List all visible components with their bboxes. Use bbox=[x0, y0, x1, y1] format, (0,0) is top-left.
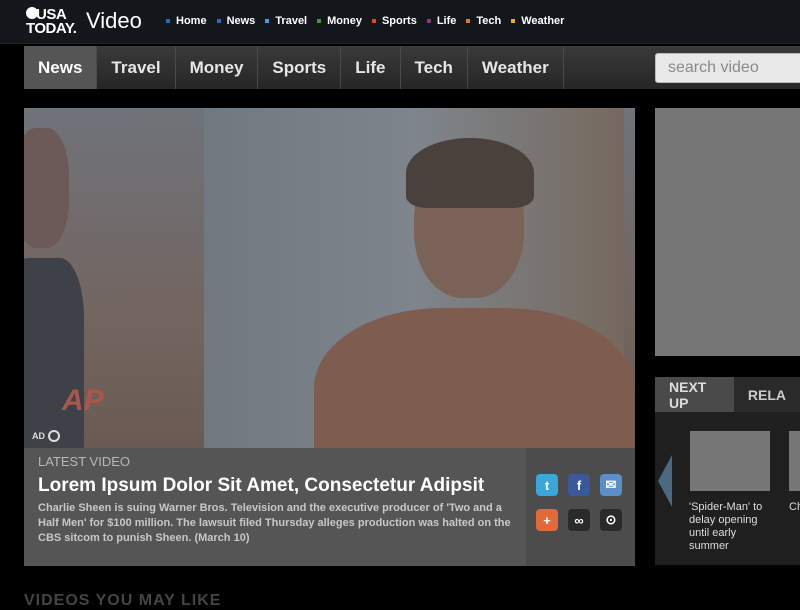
tab-next-up[interactable]: NEXT UP bbox=[655, 377, 734, 412]
link-icon[interactable]: ∞ bbox=[568, 509, 590, 531]
top-nav-label: Home bbox=[176, 15, 207, 27]
nav-bullet-icon bbox=[216, 19, 221, 23]
tab-rela[interactable]: RELA bbox=[734, 377, 800, 412]
logo-text-line2: TODAY. bbox=[26, 20, 77, 37]
top-nav-label: News bbox=[226, 15, 256, 27]
tab-sports[interactable]: Sports bbox=[258, 46, 342, 89]
video-person-body bbox=[314, 308, 634, 448]
top-nav-item-money[interactable]: Money bbox=[317, 15, 362, 27]
video-thumbnail[interactable] bbox=[789, 431, 800, 491]
ad-badge-text: AD bbox=[32, 431, 45, 441]
tab-life[interactable]: Life bbox=[341, 46, 401, 89]
up-next-tabs: NEXT UP RELA bbox=[655, 377, 800, 412]
nav-bullet-icon bbox=[166, 19, 170, 23]
tab-money[interactable]: Money bbox=[176, 46, 259, 89]
video-left-head bbox=[24, 128, 69, 248]
nav-bullet-icon bbox=[371, 19, 376, 23]
search-input[interactable]: search video bbox=[655, 53, 800, 83]
section-title: Video bbox=[86, 8, 142, 33]
top-nav-item-life[interactable]: Life bbox=[426, 15, 457, 27]
top-nav-label: Life bbox=[436, 15, 457, 27]
top-nav-label: Weather bbox=[521, 15, 565, 27]
top-nav-item-travel[interactable]: Travel bbox=[265, 15, 307, 27]
video-thumbnail-caption[interactable]: Ch La Ea do bbox=[789, 501, 800, 514]
ad-placeholder[interactable] bbox=[655, 108, 800, 356]
top-nav-item-home[interactable]: Home bbox=[166, 15, 207, 27]
prev-arrow-icon[interactable] bbox=[658, 455, 672, 507]
category-tabbar: News Travel Money Sports Life Tech Weather sea… bbox=[24, 46, 800, 89]
tab-news[interactable]: News bbox=[24, 46, 98, 89]
nav-bullet-icon bbox=[265, 19, 270, 23]
video-player[interactable]: AP AD bbox=[24, 108, 635, 448]
video-person-hair bbox=[406, 138, 534, 208]
nav-bullet-icon bbox=[466, 19, 471, 23]
nav-bullet-icon bbox=[426, 19, 431, 23]
usa-today-logo[interactable]: USA TODAY. bbox=[26, 6, 78, 38]
top-nav-item-news[interactable]: News bbox=[216, 15, 256, 27]
latest-video-label: LATEST VIDEO bbox=[38, 454, 130, 469]
email-icon[interactable]: ✉ bbox=[600, 474, 622, 496]
top-nav-item-weather[interactable]: Weather bbox=[511, 15, 564, 27]
video-person bbox=[294, 128, 634, 448]
top-nav-label: Travel bbox=[275, 15, 308, 27]
video-info-box: LATEST VIDEO Lorem Ipsum Dolor Sit Amet,… bbox=[24, 448, 635, 566]
tab-weather[interactable]: Weather bbox=[468, 46, 564, 89]
tab-travel[interactable]: Travel bbox=[97, 46, 176, 89]
video-info-text: LATEST VIDEO Lorem Ipsum Dolor Sit Amet,… bbox=[24, 448, 526, 566]
up-next-panel: NEXT UP RELA 'Spider-Man' to delay openin… bbox=[655, 377, 800, 565]
top-nav: Home News Travel Money Sports Life Tech Weather bbox=[166, 15, 574, 27]
video-headline[interactable]: Lorem Ipsum Dolor Sit Amet, Consectetur … bbox=[38, 475, 484, 497]
top-nav-label: Tech bbox=[476, 15, 502, 27]
top-nav-item-sports[interactable]: Sports bbox=[371, 15, 417, 27]
top-nav-item-tech[interactable]: Tech bbox=[466, 15, 501, 27]
video-description: Charlie Sheen is suing Warner Bros. Tele… bbox=[38, 502, 511, 544]
videos-you-may-like-heading: VIDEOS YOU MAY LIKE bbox=[24, 592, 222, 609]
add-icon[interactable]: + bbox=[536, 509, 558, 531]
category-tabs: News Travel Money Sports Life Tech Weather bbox=[24, 46, 564, 89]
video-thumbnail-caption[interactable]: 'Spider-Man' to delay opening until earl… bbox=[689, 501, 774, 553]
ad-badge: AD bbox=[32, 430, 60, 442]
nav-bullet-icon bbox=[511, 19, 516, 23]
facebook-icon[interactable]: f bbox=[568, 474, 590, 496]
embed-icon[interactable]: ⊙ bbox=[600, 509, 622, 531]
twitter-icon[interactable]: t bbox=[536, 474, 558, 496]
tab-tech[interactable]: Tech bbox=[401, 46, 468, 89]
play-icon bbox=[48, 430, 60, 442]
video-thumbnail[interactable] bbox=[690, 431, 770, 491]
top-nav-label: Sports bbox=[381, 15, 417, 27]
top-nav-label: Money bbox=[327, 15, 362, 27]
nav-bullet-icon bbox=[317, 19, 322, 23]
top-header: USA TODAY. Video Home News Travel Money Spor… bbox=[0, 0, 800, 44]
ap-watermark: AP bbox=[62, 384, 104, 417]
video-left-person bbox=[24, 258, 84, 448]
